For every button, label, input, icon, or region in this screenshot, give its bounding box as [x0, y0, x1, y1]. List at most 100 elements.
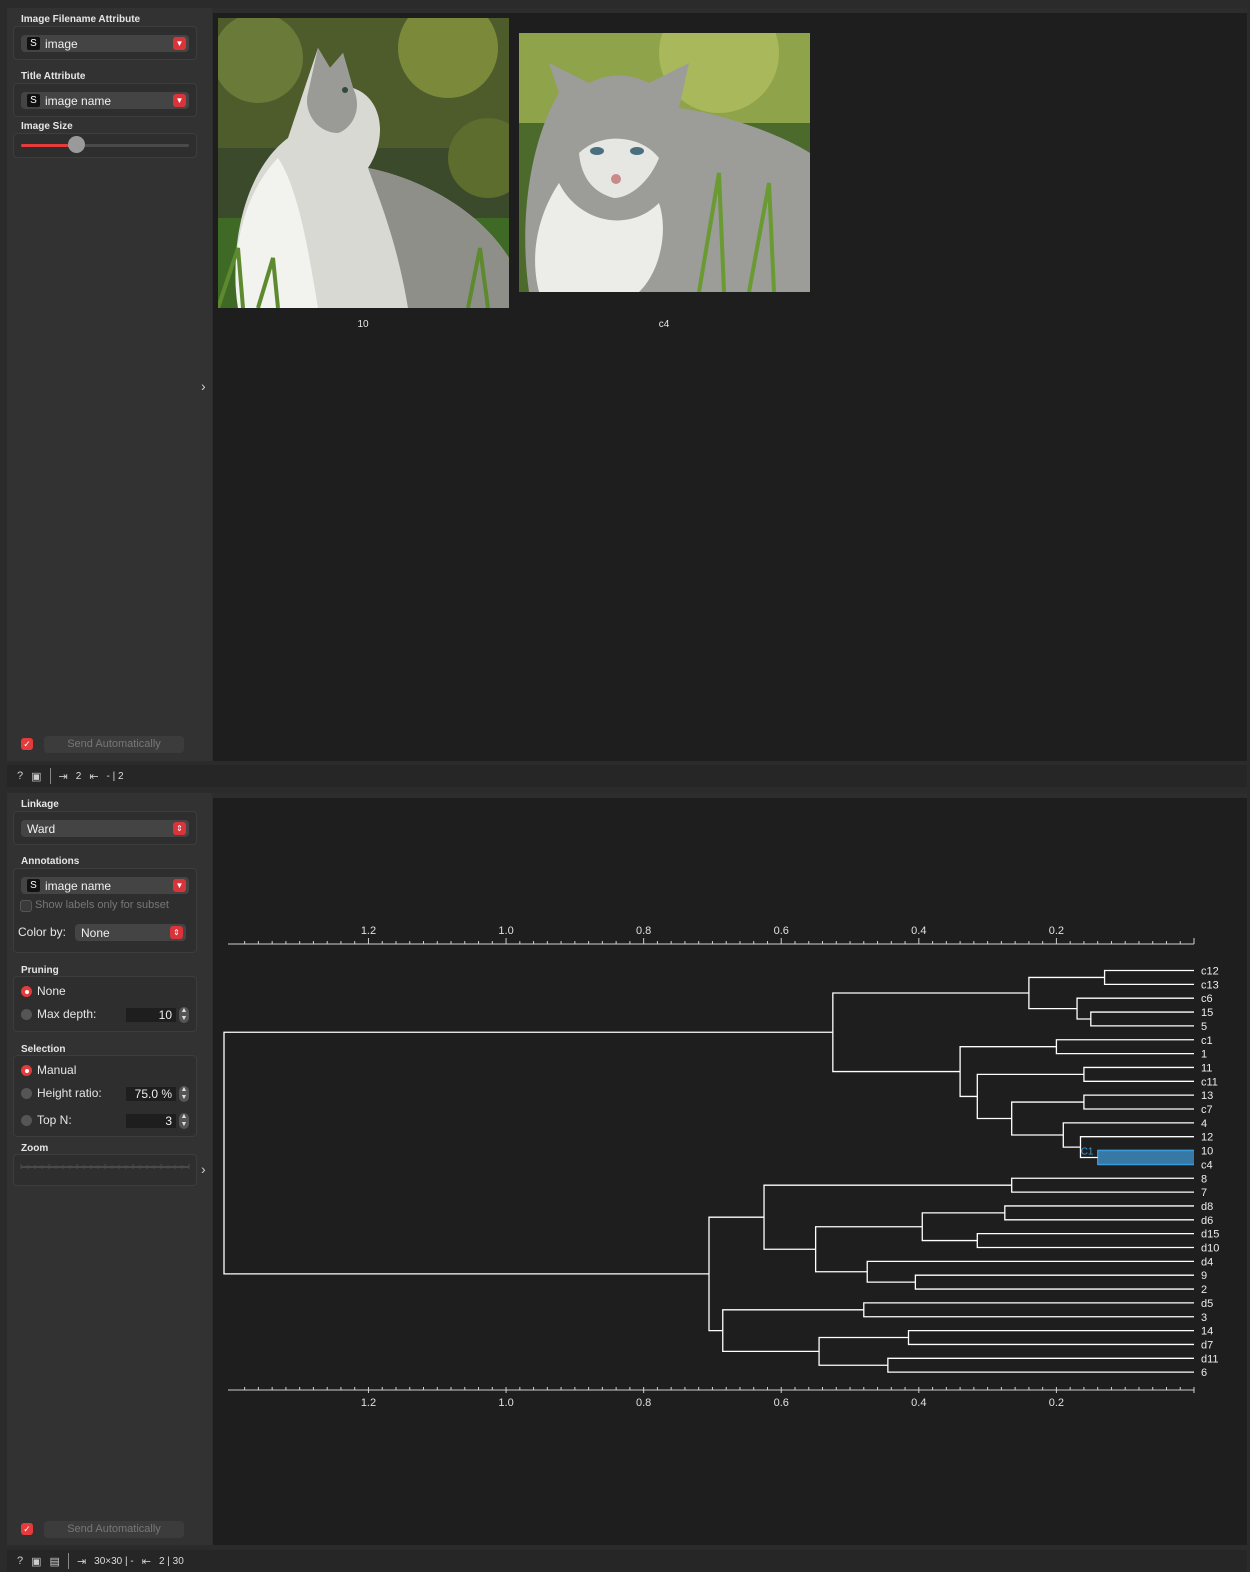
- save-icon[interactable]: ▣: [31, 1555, 41, 1568]
- cat-image-10: [218, 18, 509, 308]
- leaf-label: 14: [1201, 1326, 1213, 1338]
- leaf-label: d11: [1201, 1353, 1219, 1365]
- help-icon[interactable]: ?: [17, 770, 23, 782]
- string-type-icon: S: [27, 94, 40, 107]
- dendrogram-branch: [921, 1212, 1005, 1242]
- zoom-slider[interactable]: [14, 1155, 198, 1187]
- clustering-status-bar: ? ▣ ▤ ⇥ 30×30 | - ⇤ 2 | 30: [7, 1550, 1247, 1572]
- send-auto-checkbox[interactable]: ✓: [21, 738, 33, 750]
- leaf-label: 6: [1201, 1367, 1207, 1379]
- help-icon[interactable]: ?: [17, 1555, 23, 1567]
- pruning-none-label: None: [37, 984, 66, 998]
- leaf-label: 5: [1201, 1021, 1207, 1033]
- output-icon: ⇤: [141, 1555, 151, 1568]
- top-n-stepper[interactable]: ▲ ▼: [179, 1113, 189, 1129]
- leaf-label: d7: [1201, 1339, 1213, 1351]
- linkage-title: Linkage: [21, 799, 59, 810]
- hierarchical-clustering-window: Linkage Ward ⇕ Annotations S image name …: [7, 793, 1247, 1545]
- string-type-icon: S: [27, 37, 40, 50]
- image-caption: 10: [357, 319, 369, 330]
- output-count: - | 2: [106, 770, 124, 782]
- color-by-combo[interactable]: None ⇕: [75, 924, 186, 941]
- leaf-label: 7: [1201, 1187, 1207, 1199]
- image-viewer-window: Image Filename Attribute S image ▼ Title…: [7, 8, 1247, 761]
- send-auto-checkbox[interactable]: ✓: [21, 1523, 33, 1535]
- annotations-value: image name: [45, 878, 112, 893]
- leaf-label: c12: [1201, 966, 1219, 978]
- linkage-box: Ward ⇕: [13, 811, 197, 845]
- leaf-label: c1: [1201, 1035, 1213, 1047]
- dendrogram-branch: [1055, 1039, 1194, 1055]
- axis-tick-label: 1.0: [498, 1397, 513, 1409]
- pruning-max-depth-radio[interactable]: [21, 1009, 32, 1020]
- dendrogram-branch: [722, 1309, 864, 1353]
- image-size-title: Image Size: [21, 121, 73, 132]
- leaf-label: d10: [1201, 1243, 1219, 1255]
- image-thumbnail[interactable]: [218, 18, 509, 308]
- leaf-label: 11: [1201, 1062, 1212, 1074]
- dendrogram-branch: [914, 1274, 1194, 1290]
- leaf-label: 2: [1201, 1284, 1207, 1296]
- input-count: 30×30 | -: [94, 1555, 134, 1567]
- dendrogram-branch: [832, 992, 1029, 1073]
- pruning-title: Pruning: [21, 965, 59, 976]
- color-by-label: Color by:: [18, 925, 67, 939]
- image-caption: c4: [658, 319, 670, 330]
- save-icon[interactable]: ▣: [31, 770, 41, 783]
- image-viewer-status-bar: ? ▣ ⇥ 2 ⇤ - | 2: [7, 765, 1247, 787]
- collapse-sidebar-icon[interactable]: ›: [201, 1161, 206, 1177]
- dendrogram-branch: [763, 1184, 1012, 1250]
- send-automatically-button[interactable]: Send Automatically: [44, 736, 184, 753]
- filename-attr-combo[interactable]: S image ▼: [21, 35, 189, 52]
- max-depth-input[interactable]: 10: [126, 1008, 176, 1022]
- leaf-label: 8: [1201, 1173, 1207, 1185]
- input-count: 2: [75, 770, 82, 782]
- title-attr-box: S image name ▼: [13, 83, 197, 117]
- send-automatically-button[interactable]: Send Automatically: [44, 1521, 184, 1538]
- selection-top-n-radio[interactable]: [21, 1115, 32, 1126]
- dendrogram-chart[interactable]: 1.2 1.0 0.8 0.6 0.4 0.2 1.2 1.0 0.8 0.6 0.4 0.2 C1 c1…: [213, 798, 1247, 1545]
- chevron-updown-icon: ⇕: [170, 926, 183, 939]
- dendrogram-branch: [1028, 976, 1105, 1010]
- axis-tick-label: 0.8: [636, 1397, 651, 1409]
- axis-tick-label: 0.8: [636, 925, 651, 937]
- chevron-down-icon: ▼: [173, 37, 186, 50]
- collapse-sidebar-icon[interactable]: ›: [201, 378, 206, 394]
- axis-tick-label: 0.2: [1049, 925, 1064, 937]
- title-attr-combo[interactable]: S image name ▼: [21, 92, 189, 109]
- selected-cluster-highlight: [1097, 1149, 1194, 1166]
- image-thumbnail[interactable]: [519, 33, 810, 292]
- pruning-none-radio[interactable]: [21, 986, 32, 997]
- dendrogram-branch: [887, 1357, 1194, 1373]
- annotations-combo[interactable]: S image name ▼: [21, 877, 189, 894]
- leaf-label: c13: [1201, 979, 1219, 991]
- height-ratio-input[interactable]: 75.0 %: [126, 1087, 176, 1101]
- dendrogram-branch: [1011, 1177, 1194, 1193]
- leaf-label: d6: [1201, 1215, 1213, 1227]
- dendrogram-branch: [1062, 1122, 1194, 1148]
- axis-tick-label: 0.2: [1049, 1397, 1064, 1409]
- input-icon: ⇥: [76, 1555, 87, 1568]
- selection-height-ratio-radio[interactable]: [21, 1088, 32, 1099]
- annotations-title: Annotations: [21, 856, 80, 867]
- clustering-sidebar: Linkage Ward ⇕ Annotations S image name …: [7, 793, 212, 1545]
- height-ratio-stepper[interactable]: ▲ ▼: [179, 1086, 189, 1102]
- axis-tick-label: 0.6: [774, 1397, 789, 1409]
- dendrogram-branch: [959, 1046, 1057, 1098]
- show-labels-subset-checkbox[interactable]: [20, 900, 32, 912]
- linkage-value: Ward: [27, 821, 56, 836]
- zoom-box: [13, 1154, 197, 1186]
- linkage-combo[interactable]: Ward ⇕: [21, 820, 189, 837]
- leaf-label: d5: [1201, 1298, 1213, 1310]
- report-icon[interactable]: ▤: [50, 1555, 60, 1568]
- selection-manual-label: Manual: [37, 1063, 77, 1077]
- max-depth-stepper[interactable]: ▲ ▼: [179, 1007, 189, 1023]
- axis-tick-label: 1.2: [361, 925, 376, 937]
- top-n-input[interactable]: 3: [126, 1114, 176, 1128]
- dendrogram-branch: [814, 1226, 923, 1273]
- dendrogram-branch: [1011, 1101, 1084, 1136]
- selection-manual-radio[interactable]: [21, 1065, 32, 1076]
- top-n-label: Top N:: [37, 1113, 72, 1127]
- dendrogram-branch: [818, 1336, 909, 1366]
- dendrogram-branch: [1103, 969, 1194, 985]
